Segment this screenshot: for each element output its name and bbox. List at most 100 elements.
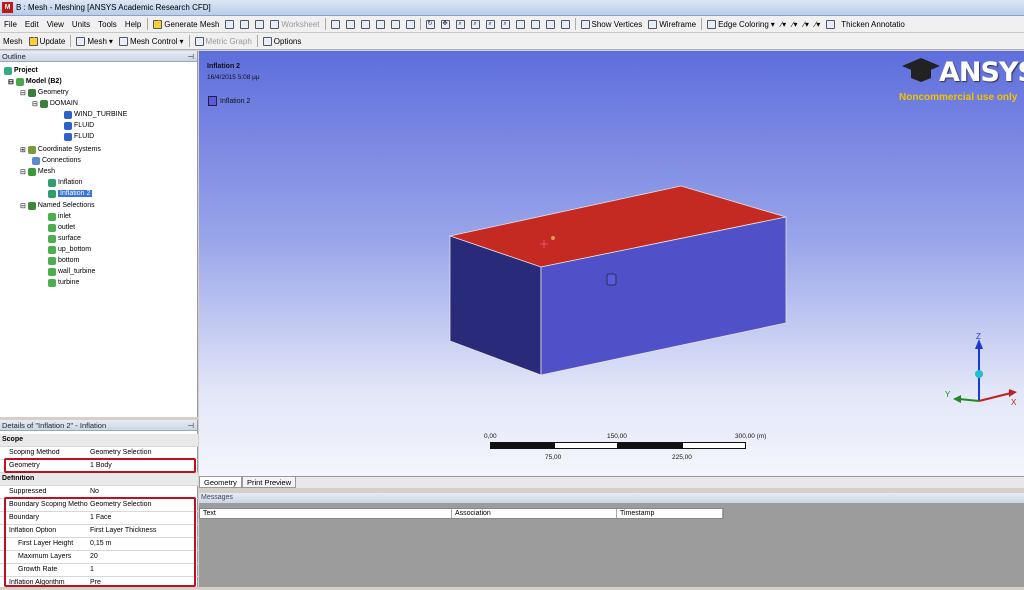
iso-view-button[interactable] [543,17,558,32]
worksheet-button[interactable]: Worksheet [267,17,322,32]
tab-print-preview[interactable]: Print Preview [241,477,297,488]
wireframe-button[interactable]: Wireframe [645,17,699,32]
lightning-icon: ⚡ [28,36,38,46]
options-button[interactable]: Options [260,34,305,49]
edge-display-button-1[interactable]: ∕▾ [778,17,789,32]
tree-item-label: Named Selections [37,202,95,209]
detail-value[interactable]: Geometry Selection [88,449,151,456]
column-text[interactable]: Text [200,509,452,518]
metric-graph-button[interactable]: Metric Graph [192,34,255,49]
pin-icon[interactable]: ⊣ [187,51,194,62]
tree-item-project[interactable]: Project [4,65,38,76]
tree-item-connections[interactable]: Connections [32,155,81,166]
update-button[interactable]: ⚡ Update [26,34,69,49]
tree-item-label: Project [14,67,38,74]
menu-file[interactable]: File [0,20,21,29]
edge-coloring-dropdown[interactable]: Edge Coloring ▾ [704,17,778,32]
edge-display-icon: ∕▾ [814,19,821,29]
layout-button[interactable] [558,17,573,32]
menu-view[interactable]: View [43,20,68,29]
axis-triad[interactable]: Z Y X [939,331,1019,411]
tree-item-label: inlet [58,213,71,220]
menu-help[interactable]: Help [121,20,145,29]
model-box[interactable] [199,51,1024,476]
select-edge-button[interactable] [358,17,373,32]
magnifier-button[interactable]: ⌕ [498,17,513,32]
worksheet-icon [270,19,280,29]
column-timestamp[interactable]: Timestamp [617,509,723,518]
chevron-down-icon: ▾ [108,36,113,46]
mesh-tab-label[interactable]: Mesh [0,34,26,49]
tree-item-inflation[interactable]: Inflation [48,177,83,188]
edge-icon [360,19,370,29]
messages-header: Messages [199,493,1024,503]
tree-item-named-selections[interactable]: ⊟ Named Selections [20,200,95,211]
tree-item-turbine[interactable]: turbine [48,277,79,288]
tree-item-label: bottom [58,257,80,264]
export-button[interactable] [252,17,267,32]
tree-item-geometry[interactable]: ⊟ Geometry [20,87,69,98]
next-view-button[interactable] [528,17,543,32]
edge-display-button-4[interactable]: ∕▾ [812,17,823,32]
tree-item-mesh[interactable]: ⊟ Mesh [20,166,55,177]
tree-item-outlet[interactable]: outlet [48,222,75,233]
select-vertex-button[interactable] [343,17,358,32]
tree-item-wall-turbine[interactable]: wall_turbine [48,266,95,277]
chevron-down-icon: ▾ [770,19,775,29]
body-icon [64,121,72,130]
graphics-viewport[interactable]: Inflation 2 16/4/2015 5:08 μμ Inflation … [199,51,1024,476]
tree-item-inlet[interactable]: inlet [48,211,71,222]
pin-icon[interactable]: ⊣ [187,420,194,431]
zoom-fit-button[interactable]: ⌕ [483,17,498,32]
annotation-button[interactable] [823,17,838,32]
mesh-dropdown[interactable]: Mesh ▾ [73,34,116,49]
menu-tools[interactable]: Tools [94,20,121,29]
tree-item-surface[interactable]: surface [48,233,81,244]
body-icon [390,19,400,29]
generate-mesh-label: Generate Mesh [164,19,220,29]
geometry-icon [27,88,36,97]
tab-geometry[interactable]: Geometry [199,477,242,488]
column-association[interactable]: Association [452,509,617,518]
rotate-button[interactable]: ↻ [423,17,438,32]
select-body-button[interactable] [388,17,403,32]
extend-button[interactable] [403,17,418,32]
tree-item-inflation-2[interactable]: Inflation 2 [48,188,93,199]
mesh-control-dropdown[interactable]: Mesh Control ▾ [116,34,187,49]
model-icon [15,77,24,86]
tree-item-up-bottom[interactable]: up_bottom [48,244,91,255]
zoom-box-button[interactable]: ⌕ [468,17,483,32]
select-mode-button[interactable] [328,17,343,32]
previous-view-button[interactable] [513,17,528,32]
tree-item-model[interactable]: ⊟ Model (B2) [8,76,62,87]
mesh-control-icon [118,36,128,46]
image-icon [225,19,235,29]
report-button[interactable] [237,17,252,32]
edge-display-button-2[interactable]: ∕▾ [789,17,800,32]
scale-label-225: 225,00 [672,454,692,461]
zoom-button[interactable]: ⌕ [453,17,468,32]
generate-mesh-button[interactable]: ⚡ Generate Mesh [150,17,222,32]
tree-item-fluid-2[interactable]: FLUID [64,131,94,142]
thicken-annotations-button[interactable]: Thicken Annotatio [838,17,908,32]
print-button[interactable] [222,17,237,32]
show-vertices-button[interactable]: Show Vertices [578,17,646,32]
detail-value[interactable]: No [88,488,99,495]
tree-item-bottom[interactable]: bottom [48,255,79,266]
y-axis [958,398,980,402]
menu-edit[interactable]: Edit [21,20,43,29]
tree-item-fluid-1[interactable]: FLUID [64,120,94,131]
section-scope[interactable]: Scope [0,434,198,447]
section-definition[interactable]: Definition [0,473,198,486]
tree-item-domain[interactable]: ⊟ DOMAIN [32,98,78,109]
tree-item-coordinate-systems[interactable]: ⊞ Coordinate Systems [20,144,101,155]
edge-display-button-3[interactable]: ∕▾ [801,17,812,32]
tree-item-wind-turbine[interactable]: WIND_TURBINE [64,109,127,120]
body-icon [64,110,72,119]
menu-units[interactable]: Units [68,20,94,29]
pan-button[interactable]: ✥ [438,17,453,32]
outline-title: Outline [2,52,26,61]
collapse-icon: ⊟ [8,78,14,86]
toolbar-separator [324,18,326,30]
select-face-button[interactable] [373,17,388,32]
